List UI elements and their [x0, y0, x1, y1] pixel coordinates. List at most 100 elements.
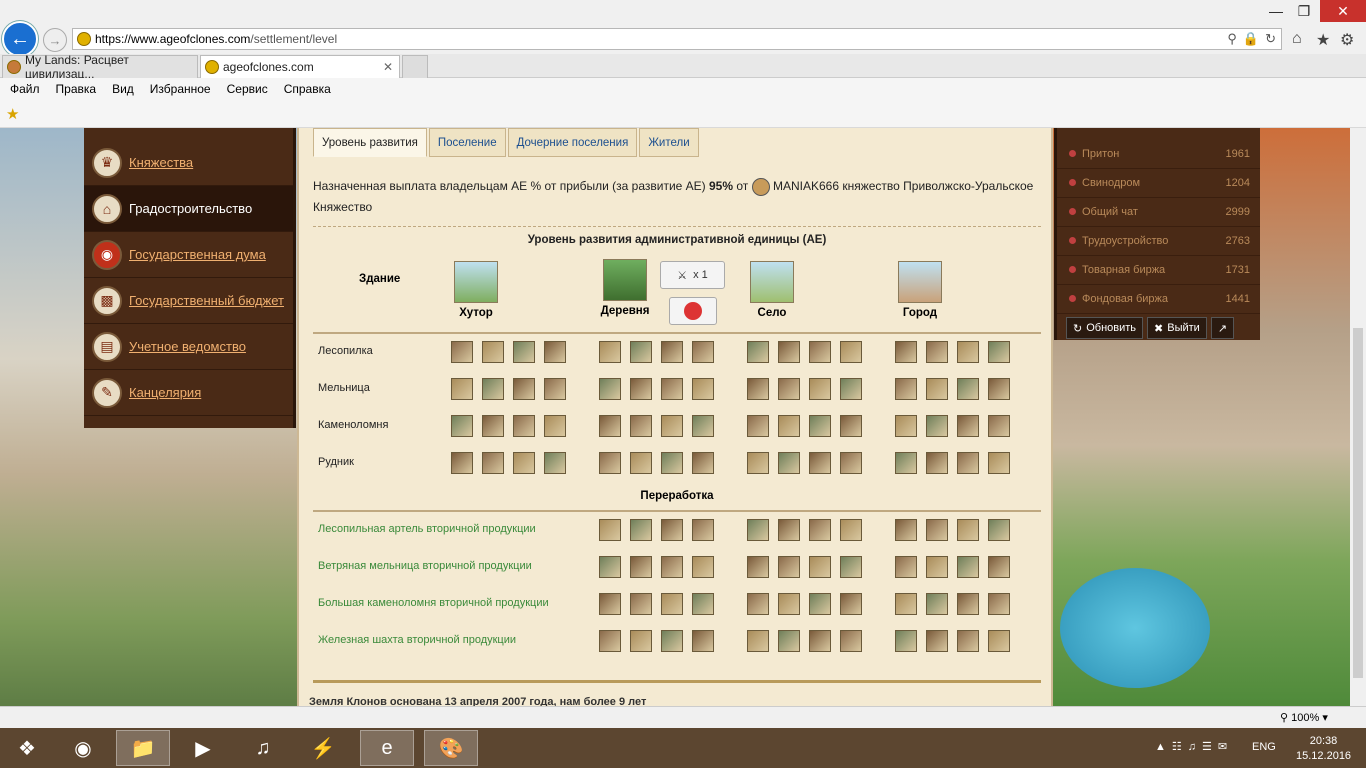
- resource-cell-icon[interactable]: [451, 452, 473, 474]
- chat-item[interactable]: Свинодром 1204: [1057, 169, 1260, 198]
- tab-close-icon[interactable]: ✕: [383, 60, 393, 74]
- resource-cell-icon[interactable]: [661, 378, 683, 400]
- resource-cell-icon[interactable]: [988, 593, 1010, 615]
- tab-development-level[interactable]: Уровень развития: [313, 128, 427, 157]
- menu-edit[interactable]: Правка: [56, 82, 97, 96]
- resource-cell-icon[interactable]: [895, 519, 917, 541]
- logout-button[interactable]: ✖ Выйти: [1147, 317, 1207, 339]
- tab-residents[interactable]: Жители: [639, 128, 699, 157]
- search-icon[interactable]: ⚲: [1227, 31, 1237, 47]
- resource-cell-icon[interactable]: [599, 630, 621, 652]
- resource-cell-icon[interactable]: [840, 630, 862, 652]
- resource-cell-icon[interactable]: [809, 593, 831, 615]
- processing-building-link[interactable]: Железная шахта вторичной продукции: [318, 634, 516, 646]
- resource-cell-icon[interactable]: [544, 341, 566, 363]
- resource-cell-icon[interactable]: [451, 378, 473, 400]
- resource-cell-icon[interactable]: [840, 378, 862, 400]
- resource-cell-icon[interactable]: [778, 519, 800, 541]
- resource-cell-icon[interactable]: [599, 593, 621, 615]
- sidebar-item-chancellery[interactable]: ✎ Канцелярия: [84, 370, 293, 416]
- chat-item[interactable]: Притон 1961: [1057, 140, 1260, 169]
- resource-cell-icon[interactable]: [988, 452, 1010, 474]
- menu-file[interactable]: Файл: [10, 82, 40, 96]
- start-windows-icon[interactable]: ❖: [0, 730, 54, 766]
- resource-cell-icon[interactable]: [988, 519, 1010, 541]
- minimize-button[interactable]: —: [1262, 0, 1290, 22]
- resource-cell-icon[interactable]: [482, 341, 504, 363]
- clock[interactable]: 20:38 15.12.2016: [1296, 734, 1351, 764]
- resource-cell-icon[interactable]: [630, 341, 652, 363]
- add-favorites-icon[interactable]: ★: [6, 105, 19, 123]
- resource-cell-icon[interactable]: [692, 519, 714, 541]
- paint-icon[interactable]: 🎨: [424, 730, 478, 766]
- resource-cell-icon[interactable]: [809, 556, 831, 578]
- resource-cell-icon[interactable]: [840, 593, 862, 615]
- menu-tools[interactable]: Сервис: [227, 82, 268, 96]
- maximize-button[interactable]: ❐: [1290, 0, 1318, 22]
- resource-cell-icon[interactable]: [661, 556, 683, 578]
- resource-cell-icon[interactable]: [599, 415, 621, 437]
- popout-button[interactable]: ↗: [1210, 317, 1235, 339]
- resource-cell-icon[interactable]: [661, 341, 683, 363]
- resource-cell-icon[interactable]: [513, 452, 535, 474]
- media-icon[interactable]: ▶: [176, 730, 230, 766]
- resource-cell-icon[interactable]: [809, 630, 831, 652]
- resource-cell-icon[interactable]: [895, 556, 917, 578]
- resource-cell-icon[interactable]: [988, 341, 1010, 363]
- resource-cell-icon[interactable]: [809, 415, 831, 437]
- chat-item[interactable]: Фондовая биржа 1441: [1057, 285, 1260, 314]
- resource-cell-icon[interactable]: [988, 415, 1010, 437]
- menu-help[interactable]: Справка: [284, 82, 331, 96]
- resource-cell-icon[interactable]: [778, 452, 800, 474]
- resource-cell-icon[interactable]: [599, 341, 621, 363]
- favorites-star-icon[interactable]: ★: [1316, 30, 1330, 50]
- resource-cell-icon[interactable]: [630, 415, 652, 437]
- resource-cell-icon[interactable]: [599, 378, 621, 400]
- sidebar-item-principalities[interactable]: ♛ Княжества: [84, 140, 293, 186]
- resource-cell-icon[interactable]: [747, 452, 769, 474]
- bolt-app-icon[interactable]: ⚡: [296, 730, 350, 766]
- resource-cell-icon[interactable]: [747, 556, 769, 578]
- refresh-icon[interactable]: ↻: [1265, 31, 1276, 47]
- resource-cell-icon[interactable]: [778, 630, 800, 652]
- browser-tab-mylands[interactable]: My Lands: Расцвет цивилизац...: [2, 53, 198, 81]
- scrollbar-thumb[interactable]: [1353, 328, 1363, 678]
- resource-cell-icon[interactable]: [661, 415, 683, 437]
- resource-cell-icon[interactable]: [482, 415, 504, 437]
- app-icon[interactable]: ◉: [56, 730, 110, 766]
- resource-cell-icon[interactable]: [599, 556, 621, 578]
- resource-cell-icon[interactable]: [926, 415, 948, 437]
- resource-cell-icon[interactable]: [513, 378, 535, 400]
- settings-gear-icon[interactable]: ⚙: [1340, 30, 1354, 50]
- resource-cell-icon[interactable]: [630, 556, 652, 578]
- resource-cell-icon[interactable]: [630, 378, 652, 400]
- resource-cell-icon[interactable]: [809, 341, 831, 363]
- address-bar[interactable]: https://www.ageofclones.com/settlement/l…: [72, 28, 1282, 50]
- resource-cell-icon[interactable]: [809, 452, 831, 474]
- resource-cell-icon[interactable]: [778, 556, 800, 578]
- back-button[interactable]: ←: [2, 21, 38, 57]
- resource-cell-icon[interactable]: [895, 415, 917, 437]
- resource-cell-icon[interactable]: [692, 378, 714, 400]
- resource-cell-icon[interactable]: [840, 556, 862, 578]
- resource-cell-icon[interactable]: [630, 519, 652, 541]
- resource-cell-icon[interactable]: [926, 378, 948, 400]
- lock-icon[interactable]: 🔒: [1243, 31, 1259, 47]
- resource-cell-icon[interactable]: [926, 452, 948, 474]
- processing-building-link[interactable]: Ветряная мельница вторичной продукции: [318, 560, 532, 572]
- resource-cell-icon[interactable]: [747, 415, 769, 437]
- resource-cell-icon[interactable]: [778, 341, 800, 363]
- internet-explorer-icon[interactable]: e: [360, 730, 414, 766]
- resource-cell-icon[interactable]: [599, 519, 621, 541]
- resource-cell-icon[interactable]: [482, 452, 504, 474]
- resource-cell-icon[interactable]: [747, 593, 769, 615]
- resource-cell-icon[interactable]: [957, 341, 979, 363]
- resource-cell-icon[interactable]: [778, 378, 800, 400]
- sidebar-item-urban-planning[interactable]: ⌂ Градостроительство: [84, 186, 293, 232]
- resource-cell-icon[interactable]: [544, 378, 566, 400]
- resource-cell-icon[interactable]: [957, 415, 979, 437]
- resource-cell-icon[interactable]: [513, 341, 535, 363]
- processing-building-link[interactable]: Лесопильная артель вторичной продукции: [318, 523, 536, 535]
- resource-cell-icon[interactable]: [895, 452, 917, 474]
- chat-item[interactable]: Товарная биржа 1731: [1057, 256, 1260, 285]
